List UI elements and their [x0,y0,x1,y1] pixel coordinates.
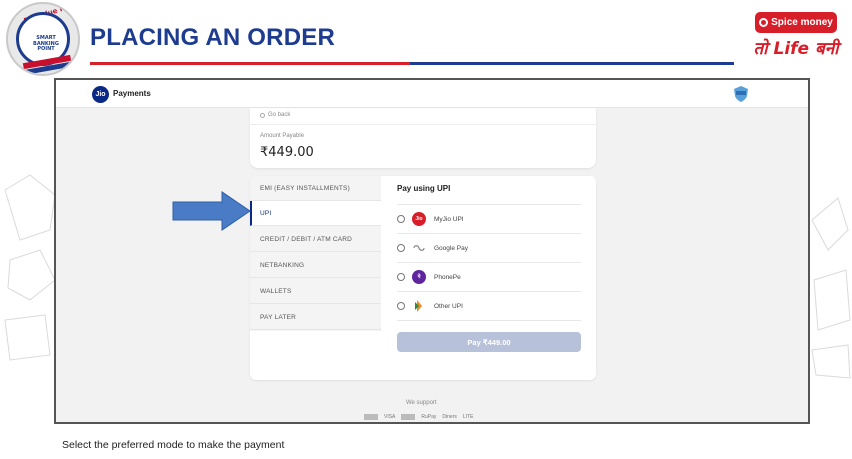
mastercard-icon [364,414,378,420]
slide-title: PLACING AN ORDER [90,24,335,51]
payment-method-list: EMI (EASY INSTALLMENTS) UPI CREDIT / DEB… [250,176,381,331]
amount-payable-label: Amount Payable [260,133,305,139]
secure-shield-icon [734,86,748,102]
upi-panel-title: Pay using UPI [397,184,451,193]
amex-icon [401,414,416,420]
method-netbanking[interactable]: NETBANKING [250,253,381,278]
spice-money-logo: Spice money [755,12,837,33]
radio-button[interactable] [397,215,405,223]
method-pay-later[interactable]: PAY LATER [250,305,381,330]
supported-payment-logos: VISA RuPay Diners LITE [364,414,473,420]
upi-option-other[interactable]: Other UPI [397,292,581,321]
upi-option-label: Other UPI [434,302,463,310]
support-logo: VISA [384,414,396,420]
app-header: Jio Payments [56,80,808,108]
method-upi[interactable]: UPI [250,201,381,226]
spice-money-icon [759,18,769,27]
title-underline-blue [410,62,734,65]
pay-button[interactable]: Pay ₹449.00 [397,332,581,352]
upi-option-label: PhonePe [434,273,461,281]
radio-button[interactable] [397,273,405,281]
upi-option-google-pay[interactable]: Google Pay [397,234,581,263]
pointer-arrow [172,191,251,231]
google-pay-icon [412,241,426,255]
background-sketch-left [4,174,56,361]
support-logo: Diners [442,414,457,420]
logo-inner-circle: SMART BANKING POINT [16,12,72,74]
we-support-label: We support [406,400,437,406]
brand-tagline: तो Life बनी [753,39,839,59]
upi-icon [412,299,426,313]
upi-option-label: MyJio UPI [434,215,464,223]
radio-button[interactable] [397,302,405,310]
go-back-label: Go back [268,112,291,118]
go-back-link[interactable]: Go back [260,112,290,118]
support-logo: LITE [462,414,474,420]
method-wallets[interactable]: WALLETS [250,279,381,304]
method-emi[interactable]: EMI (EASY INSTALLMENTS) [250,176,381,201]
jio-logo-icon[interactable]: Jio [92,86,109,103]
brand-name: Spice money [771,17,833,28]
logo-center-text: SMART BANKING POINT [33,35,59,52]
background-sketch-right [811,197,851,379]
upi-option-phonepe[interactable]: पे PhonePe [397,263,581,292]
payment-screenshot: Jio Payments Go back Amount Payable ₹449… [54,78,810,424]
app-title: Payments [113,89,151,98]
title-underline-red [90,62,410,65]
upi-option-label: Google Pay [434,244,468,252]
amount-card: Go back Amount Payable ₹449.00 [250,108,596,168]
jio-icon: Jio [412,212,426,226]
radio-button[interactable] [397,244,405,252]
phonepe-icon: पे [412,270,426,284]
method-card[interactable]: CREDIT / DEBIT / ATM CARD [250,227,381,252]
upi-option-myjio[interactable]: Jio MyJio UPI [397,205,581,234]
upi-panel: Pay using UPI Jio MyJio UPI Google Pay प… [381,176,596,380]
smart-banking-point-logo: Red Blue Revolution SMART BANKING POINT [6,2,80,76]
amount-payable-value: ₹449.00 [260,145,314,160]
slide-caption: Select the preferred mode to make the pa… [62,439,285,451]
support-logo: RuPay [421,414,437,420]
payment-options-card: EMI (EASY INSTALLMENTS) UPI CREDIT / DEB… [250,176,596,380]
back-arrow-icon [260,112,265,118]
divider [250,124,596,125]
